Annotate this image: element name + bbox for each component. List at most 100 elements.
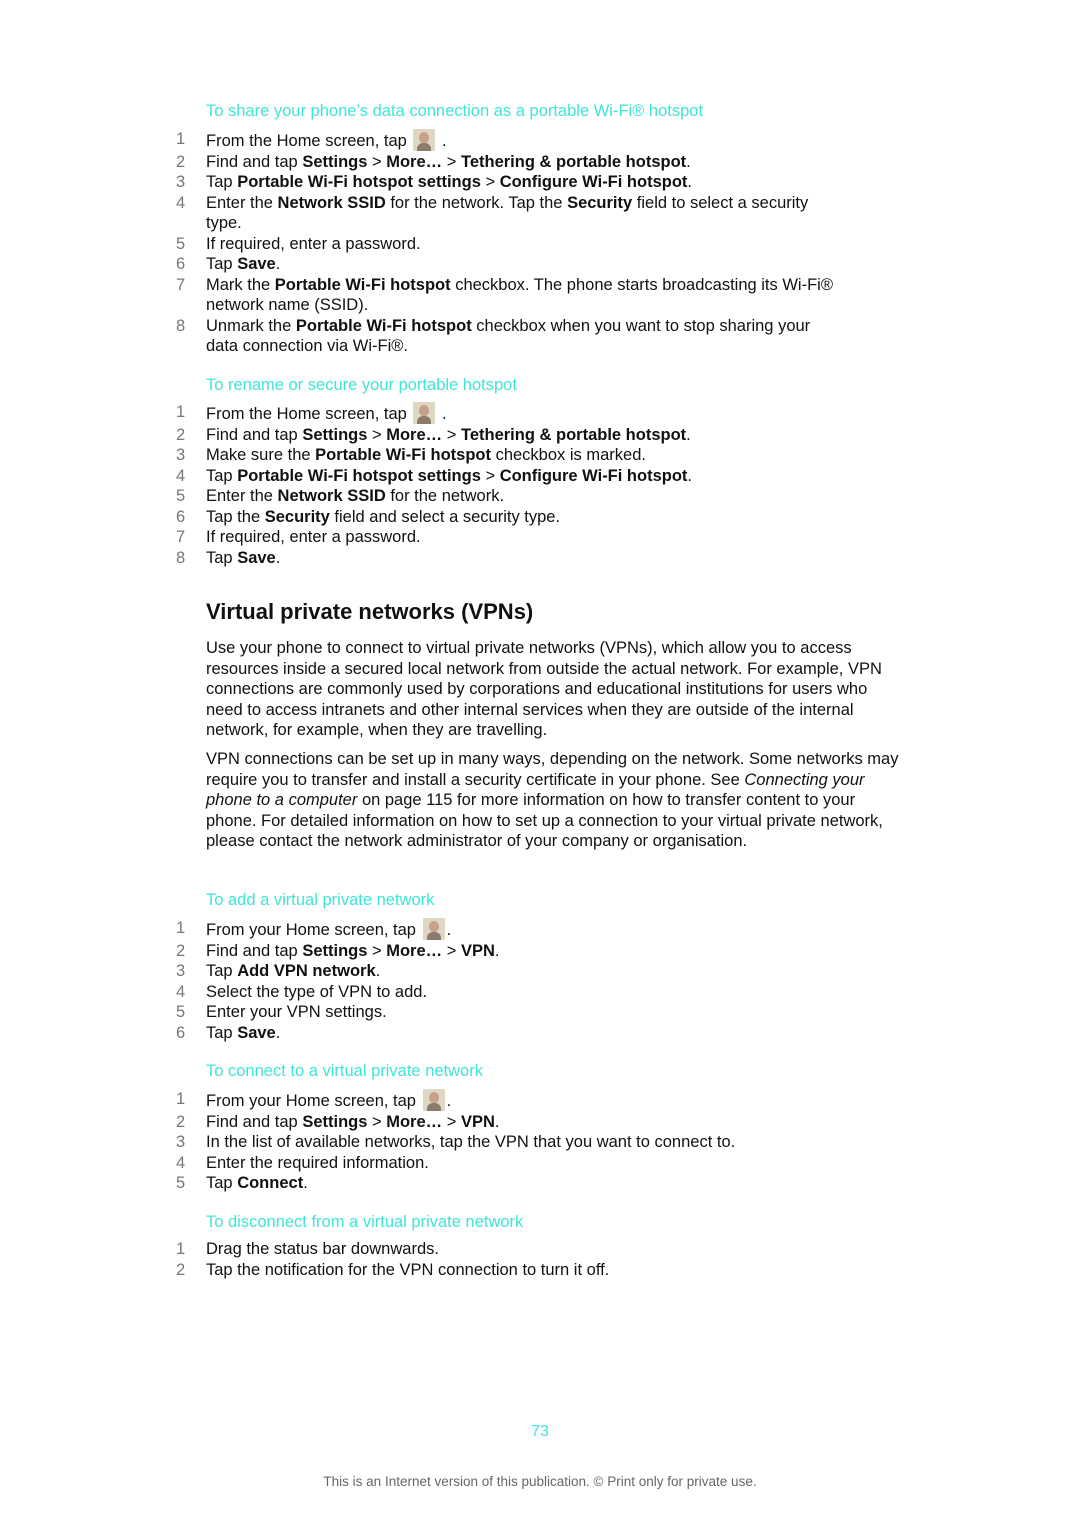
step-item: 7 Mark the Portable Wi-Fi hotspot checkbo… — [0, 275, 846, 316]
section-heading-connect-vpn: To connect to a virtual private network — [206, 1062, 483, 1080]
step-text: Unmark the Portable Wi-Fi hotspot checkb… — [206, 316, 811, 356]
step-text: Tap Portable Wi-Fi hotspot settings > Co… — [206, 173, 693, 191]
step-item: 6 Tap the Security field and select a sec… — [0, 507, 846, 528]
vpn-intro-paragraph: Use your phone to connect to virtual pri… — [206, 639, 882, 739]
step-number: 4 — [176, 1153, 186, 1172]
step-text: Tap the Security field and select a secu… — [206, 507, 561, 526]
step-item: 5 Tap Connect. — [0, 1173, 846, 1194]
section-heading-disconnect-vpn: To disconnect from a virtual private net… — [206, 1213, 524, 1231]
step-item: 3 Tap Portable Wi-Fi hotspot settings > C… — [0, 172, 846, 193]
step-text: Tap Save. — [206, 548, 281, 567]
step-number: 8 — [176, 548, 186, 567]
step-text: Tap Save. — [206, 255, 281, 273]
step-item: 4 Enter the Network SSID for the network.… — [0, 193, 846, 234]
step-number: 3 — [176, 1133, 186, 1151]
step-text: Tap Save. — [206, 1023, 281, 1042]
step-item: 8 Unmark the Portable Wi-Fi hotspot check… — [0, 316, 846, 357]
step-number: 4 — [176, 466, 186, 485]
step-item: 6 Tap Save. — [0, 254, 846, 275]
step-text: From your Home screen, tap . — [206, 918, 451, 940]
step-text: From the Home screen, tap . — [206, 129, 447, 151]
step-text: Select the type of VPN to add. — [206, 982, 428, 1001]
manual-page: To share your phone’s data connection as… — [0, 0, 1080, 1527]
step-item: 5 If required, enter a password. — [0, 234, 846, 255]
step-number: 1 — [176, 403, 186, 421]
step-text: Mark the Portable Wi-Fi hotspot checkbox… — [206, 275, 833, 315]
step-number: 3 — [176, 173, 186, 191]
step-text: Drag the status bar downwards. — [206, 1240, 439, 1258]
step-text: Find and tap Settings > More… > Tetherin… — [206, 425, 691, 444]
step-text: Find and tap Settings > More… > Tetherin… — [206, 152, 691, 171]
application-screen-icon — [413, 129, 436, 151]
step-item: 6 Tap Save. — [0, 1023, 846, 1044]
step-text: Make sure the Portable Wi-Fi hotspot che… — [206, 446, 646, 464]
step-number: 5 — [176, 487, 186, 505]
step-number: 6 — [176, 255, 186, 273]
step-text: Find and tap Settings > More… > VPN. — [206, 1112, 500, 1131]
step-number: 2 — [176, 1260, 186, 1279]
step-item: 2 Tap the notification for the VPN connec… — [0, 1260, 846, 1281]
step-number: 1 — [176, 1240, 186, 1258]
application-screen-icon — [422, 1089, 445, 1111]
step-item: 8 Tap Save. — [0, 548, 846, 569]
step-text: Find and tap Settings > More… > VPN. — [206, 941, 500, 960]
page-number: 73 — [531, 1423, 549, 1440]
step-number: 3 — [176, 446, 186, 464]
step-text: From your Home screen, tap . — [206, 1089, 451, 1111]
step-number: 2 — [176, 1112, 186, 1131]
step-number: 2 — [176, 425, 186, 444]
step-item: 2 Find and tap Settings > More… > VPN. — [0, 941, 846, 962]
step-item: 2 Find and tap Settings > More… > Tetheri… — [0, 425, 846, 446]
section-heading-share-hotspot: To share your phone’s data connection as… — [206, 102, 704, 120]
step-item: 4 Select the type of VPN to add. — [0, 982, 846, 1003]
step-item: 4 Tap Portable Wi-Fi hotspot settings > C… — [0, 466, 846, 487]
step-text: Tap Add VPN network. — [206, 962, 381, 980]
vpn-section-title: Virtual private networks (VPNs) — [206, 599, 534, 624]
step-number: 7 — [176, 528, 186, 546]
step-number: 3 — [176, 962, 186, 980]
step-number: 1 — [176, 919, 186, 937]
step-text: Enter the required information. — [206, 1153, 429, 1172]
step-number: 5 — [176, 1003, 186, 1021]
step-item: 3 Make sure the Portable Wi-Fi hotspot ch… — [0, 445, 846, 466]
step-item: 1 Drag the status bar downwards. — [0, 1239, 846, 1260]
step-number: 5 — [176, 234, 186, 253]
step-text: If required, enter a password. — [206, 234, 421, 253]
step-text: Tap Connect. — [206, 1174, 308, 1192]
section-heading-add-vpn: To add a virtual private network — [206, 891, 435, 909]
steps-share-hotspot: 1 From the Home screen, tap . 2 Find and ta… — [0, 129, 846, 357]
step-text: Enter the Network SSID for the network. — [206, 487, 505, 505]
step-item: 3 In the list of available networks, tap … — [0, 1132, 846, 1153]
step-item: 1 From the Home screen, tap . — [0, 402, 846, 425]
step-text: In the list of available networks, tap t… — [206, 1133, 736, 1151]
step-item: 1 From your Home screen, tap . — [0, 1089, 846, 1112]
step-number: 1 — [176, 130, 186, 148]
steps-disconnect-vpn: 1 Drag the status bar downwards. 2 Tap the … — [0, 1239, 846, 1280]
application-screen-icon — [422, 918, 445, 940]
step-item: 5 Enter your VPN settings. — [0, 1002, 846, 1023]
step-text: Enter your VPN settings. — [206, 1003, 387, 1021]
step-number: 4 — [176, 982, 186, 1001]
step-number: 5 — [176, 1174, 186, 1192]
footer-notice: This is an Internet version of this publ… — [323, 1474, 757, 1489]
step-item: 4 Enter the required information. — [0, 1153, 846, 1174]
step-text: Tap Portable Wi-Fi hotspot settings > Co… — [206, 466, 693, 485]
step-item: 1 From your Home screen, tap . — [0, 918, 846, 941]
step-item: 1 From the Home screen, tap . — [0, 129, 846, 152]
vpn-setup-paragraph: VPN connections can be set up in many wa… — [206, 750, 899, 850]
step-item: 5 Enter the Network SSID for the network. — [0, 486, 846, 507]
step-item: 2 Find and tap Settings > More… > VPN. — [0, 1112, 846, 1133]
step-item: 3 Tap Add VPN network. — [0, 961, 846, 982]
step-number: 8 — [176, 316, 186, 335]
step-number: 4 — [176, 193, 186, 212]
step-text: From the Home screen, tap . — [206, 402, 447, 424]
step-number: 2 — [176, 941, 186, 960]
step-number: 7 — [176, 275, 186, 294]
step-number: 6 — [176, 1023, 186, 1042]
step-number: 6 — [176, 507, 186, 526]
step-number: 2 — [176, 152, 186, 171]
step-text: Tap the notification for the VPN connect… — [206, 1260, 610, 1279]
steps-rename-hotspot: 1 From the Home screen, tap . 2 Find and ta… — [0, 402, 846, 568]
step-number: 1 — [176, 1090, 186, 1108]
step-text: If required, enter a password. — [206, 528, 421, 546]
